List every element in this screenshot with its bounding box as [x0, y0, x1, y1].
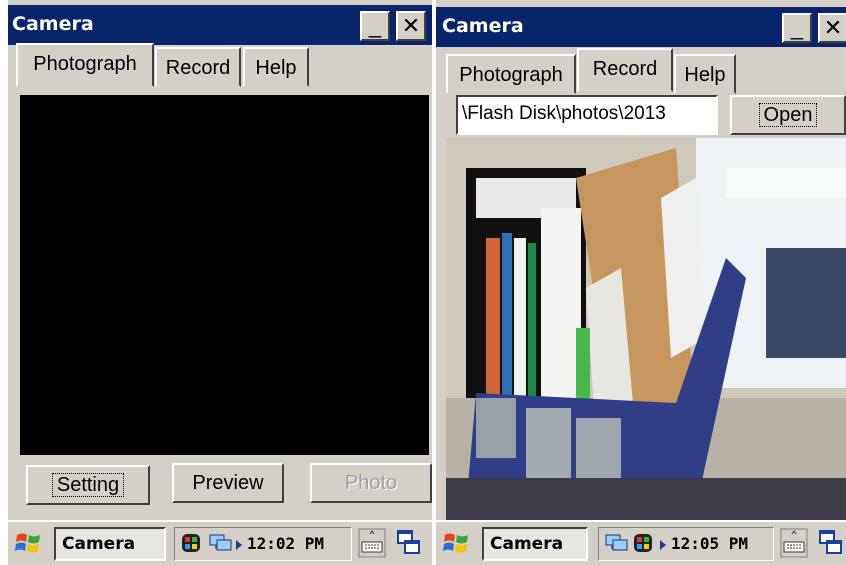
right-system-tray: 12:05 PM: [598, 527, 774, 561]
left-screen: Camera _ ✕ Photograph Record Help Settin…: [8, 0, 432, 565]
right-close-button[interactable]: ✕: [818, 13, 846, 43]
tab-record[interactable]: Record: [577, 48, 673, 92]
left-close-button[interactable]: ✕: [396, 11, 426, 41]
right-taskbar: Camera 12:05 PM: [436, 520, 846, 565]
keyboard-icon[interactable]: [780, 528, 808, 563]
left-clock: 12:02 PM: [247, 534, 325, 553]
photo-button[interactable]: Photo: [310, 463, 432, 503]
tray-status-icon[interactable]: [179, 531, 203, 560]
right-window-title: Camera: [442, 15, 524, 37]
photo-image: [446, 138, 846, 520]
left-taskbar-camera[interactable]: Camera: [54, 527, 166, 561]
tray-arrow-icon: [659, 538, 667, 556]
right-minimize-button[interactable]: _: [782, 13, 812, 43]
tray-status-icon[interactable]: [631, 531, 655, 560]
preview-button[interactable]: Preview: [172, 463, 284, 503]
network-icon[interactable]: [603, 532, 629, 559]
path-field[interactable]: \Flash Disk\photos\2013: [456, 95, 718, 135]
left-minimize-button[interactable]: _: [360, 11, 390, 41]
tab-help[interactable]: Help: [674, 54, 736, 94]
right-screen: Camera _ ✕ Photograph Record Help \Flash…: [436, 0, 846, 565]
right-title-bar: Camera _ ✕: [436, 7, 846, 47]
left-system-tray: 12:02 PM: [174, 527, 352, 561]
setting-button[interactable]: Setting: [26, 465, 150, 505]
camera-preview-area: [20, 95, 429, 455]
close-icon: ✕: [823, 15, 843, 40]
tab-record[interactable]: Record: [155, 47, 241, 87]
show-desktop-icon[interactable]: [396, 529, 422, 562]
tray-arrow-icon: [235, 538, 243, 556]
close-icon: ✕: [401, 13, 421, 38]
tab-photograph[interactable]: Photograph: [446, 54, 576, 94]
show-desktop-icon[interactable]: [818, 529, 844, 562]
left-taskbar: Camera 12:02 PM: [8, 520, 432, 565]
keyboard-icon[interactable]: [358, 528, 386, 563]
captured-photo: [446, 138, 846, 520]
windows-flag-icon[interactable]: [14, 529, 44, 562]
open-button[interactable]: Open: [730, 95, 846, 135]
tab-photograph[interactable]: Photograph: [16, 43, 154, 87]
left-tab-row: Photograph Record Help: [8, 43, 432, 91]
left-title-bar: Camera _ ✕: [8, 5, 432, 45]
right-tab-row: Photograph Record Help: [436, 48, 846, 96]
left-window-title: Camera: [12, 13, 94, 35]
windows-flag-icon[interactable]: [442, 529, 472, 562]
right-clock: 12:05 PM: [671, 534, 749, 553]
minimize-icon: _: [790, 15, 804, 40]
network-icon[interactable]: [207, 532, 233, 559]
minimize-icon: _: [368, 13, 382, 38]
right-taskbar-camera[interactable]: Camera: [482, 527, 588, 561]
tab-help[interactable]: Help: [243, 47, 309, 87]
